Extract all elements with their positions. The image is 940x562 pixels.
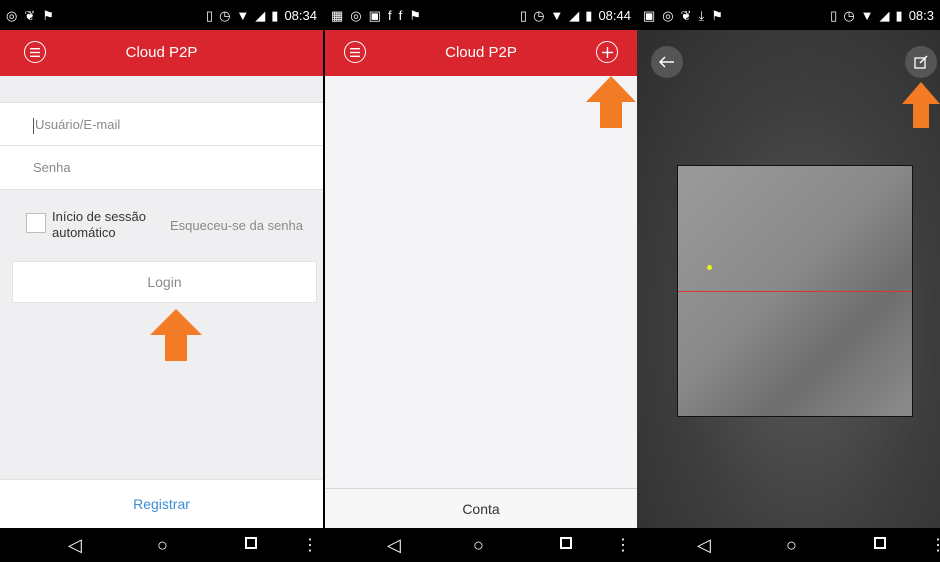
signal-icon: ◢ [255, 7, 266, 23]
status-time: 08:3 [908, 7, 934, 23]
scan-line [678, 291, 912, 292]
forgot-password-link[interactable]: Esqueceu-se da senha [170, 218, 303, 233]
username-field[interactable]: Usuário/E-mail [0, 102, 323, 146]
home-nav-icon[interactable]: ○ [157, 535, 168, 556]
flag-icon: ⚑ [42, 7, 54, 23]
battery-icon: ▮ [271, 7, 279, 23]
overflow-nav-icon[interactable]: ⋮ [930, 535, 940, 555]
recents-nav-icon[interactable] [874, 537, 886, 549]
facebook-icon: f [398, 7, 403, 23]
autologin-label: Início de sessão automático [52, 209, 146, 241]
signal-icon: ◢ [569, 7, 580, 23]
page-title: Cloud P2P [125, 44, 198, 61]
home-nav-icon[interactable]: ○ [786, 535, 797, 556]
vibrate-icon: ▯ [830, 7, 838, 23]
android-nav-bar: ◁ ○ ⋮ [637, 528, 940, 562]
highlight-arrow-icon [902, 82, 940, 128]
wifi-icon: ▼ [236, 7, 250, 23]
text-cursor [33, 117, 34, 134]
gallery-icon: ▣ [643, 7, 656, 23]
autologin-label-line2: automático [52, 225, 116, 240]
autologin-label-line1: Início de sessão [52, 209, 146, 224]
status-time: 08:34 [284, 7, 317, 23]
alarm-icon: ◷ [843, 7, 855, 23]
back-nav-icon[interactable]: ◁ [68, 535, 82, 556]
password-field[interactable]: Senha [0, 146, 323, 190]
status-bar: ◎ ❦ ⚑ ▯ ◷ ▼ ◢ ▮ 08:34 [0, 0, 323, 30]
notification-icon: ❦ [680, 7, 692, 23]
login-screen: ◎ ❦ ⚑ ▯ ◷ ▼ ◢ ▮ 08:34 Cloud P2P Usuário/… [0, 0, 323, 562]
username-placeholder: Usuário/E-mail [35, 117, 121, 132]
whatsapp-icon: ◎ [662, 7, 674, 23]
back-nav-icon[interactable]: ◁ [387, 535, 401, 556]
screenshot-composite: ◎ ❦ ⚑ ▯ ◷ ▼ ◢ ▮ 08:34 Cloud P2P Usuário/… [0, 0, 940, 562]
grid-app-icon: ▦ [331, 7, 344, 23]
autologin-checkbox[interactable] [26, 213, 46, 233]
back-nav-icon[interactable]: ◁ [697, 535, 711, 556]
wifi-icon: ▼ [860, 7, 874, 23]
qr-scan-frame [677, 165, 913, 417]
edit-icon[interactable] [905, 46, 937, 78]
battery-icon: ▮ [585, 7, 593, 23]
focus-point [707, 265, 712, 270]
highlight-arrow-icon [586, 76, 636, 128]
whatsapp-icon: ◎ [6, 7, 18, 23]
home-nav-icon[interactable]: ○ [473, 535, 484, 556]
qr-scanner-screen: ▣ ◎ ❦ ⤓ ⚑ ▯ ◷ ▼ ◢ ▮ 08:3 ◁ ○ ⋮ [637, 0, 940, 562]
password-placeholder: Senha [33, 160, 71, 175]
register-link[interactable]: Registrar [0, 479, 323, 529]
overflow-nav-icon[interactable]: ⋮ [302, 535, 318, 555]
add-icon[interactable] [596, 41, 618, 63]
login-button[interactable]: Login [12, 261, 317, 303]
status-bar: ▦ ◎ ▣ f f ⚑ ▯ ◷ ▼ ◢ ▮ 08:44 [325, 0, 637, 30]
status-bar: ▣ ◎ ❦ ⤓ ⚑ ▯ ◷ ▼ ◢ ▮ 08:3 [637, 0, 940, 30]
recents-nav-icon[interactable] [245, 537, 257, 549]
signal-icon: ◢ [879, 7, 890, 23]
alarm-icon: ◷ [219, 7, 231, 23]
facebook-icon: f [387, 7, 392, 23]
tab-account[interactable]: Conta [325, 488, 637, 529]
app-header: Cloud P2P [325, 30, 637, 76]
vibrate-icon: ▯ [519, 7, 528, 23]
back-arrow-icon[interactable] [651, 46, 683, 78]
whatsapp-icon: ◎ [350, 7, 362, 23]
android-nav-bar: ◁ ○ ⋮ [0, 528, 323, 562]
app-header: Cloud P2P [0, 30, 323, 76]
highlight-arrow-icon [150, 309, 202, 361]
page-title: Cloud P2P [445, 44, 517, 61]
status-time: 08:44 [598, 7, 631, 23]
overflow-nav-icon[interactable]: ⋮ [615, 535, 631, 555]
vibrate-icon: ▯ [205, 7, 214, 23]
notification-icon: ❦ [24, 7, 36, 23]
device-list-screen: ▦ ◎ ▣ f f ⚑ ▯ ◷ ▼ ◢ ▮ 08:44 Cloud P2P Co… [325, 0, 637, 562]
download-icon: ⤓ [698, 7, 705, 23]
flag-icon: ⚑ [409, 7, 421, 23]
flag-icon: ⚑ [711, 7, 723, 23]
recents-nav-icon[interactable] [560, 537, 572, 549]
android-nav-bar: ◁ ○ ⋮ [325, 528, 637, 562]
alarm-icon: ◷ [533, 7, 545, 23]
battery-icon: ▮ [895, 7, 903, 23]
gallery-icon: ▣ [368, 7, 381, 23]
wifi-icon: ▼ [550, 7, 564, 23]
